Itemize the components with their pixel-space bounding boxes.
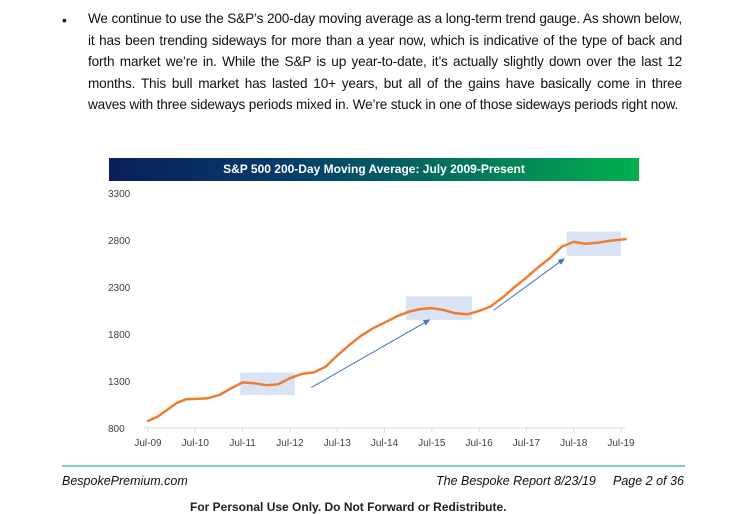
y-tick-label: 2300 [108,283,131,294]
x-tick-label: Jul-13 [324,438,352,449]
footer-report: The Bespoke Report 8/23/19 [436,474,596,488]
chart-plot: Jul-09 Jul-10 Jul-11 Jul-12 Jul-13 Jul-14 Jul-… [108,189,635,449]
bullet-text: We continue to use the S&P’s 200-day mov… [88,11,682,113]
y-tick-label: 800 [108,424,125,435]
x-tick-label: Jul-12 [276,438,304,449]
y-tick-label: 3300 [108,189,131,200]
footer-page: Page 2 of 36 [613,474,684,488]
x-tick-label: Jul-18 [560,438,588,449]
x-tick-label: Jul-10 [182,438,210,449]
bullet-symbol: • [62,12,67,28]
footer-divider [62,465,685,467]
x-tick-label: Jul-16 [465,438,493,449]
y-tick-label: 2800 [108,236,131,247]
x-tick-label: Jul-15 [418,438,446,449]
uptrend-arrow [492,258,566,311]
chart: S&P 500 200-Day Moving Average: July 200… [100,158,640,458]
y-tick-label: 1800 [108,330,131,341]
footer-disclaimer: For Personal Use Only. Do Not Forward or… [190,500,507,514]
x-tick-label: Jul-11 [229,438,256,449]
x-tick-label: Jul-14 [371,438,399,449]
footer-site: BespokePremium.com [62,474,188,488]
x-tick-label: Jul-19 [607,438,635,449]
x-tick-label: Jul-17 [513,438,541,449]
y-tick-label: 1300 [108,377,131,388]
x-tick-label: Jul-09 [134,438,162,449]
